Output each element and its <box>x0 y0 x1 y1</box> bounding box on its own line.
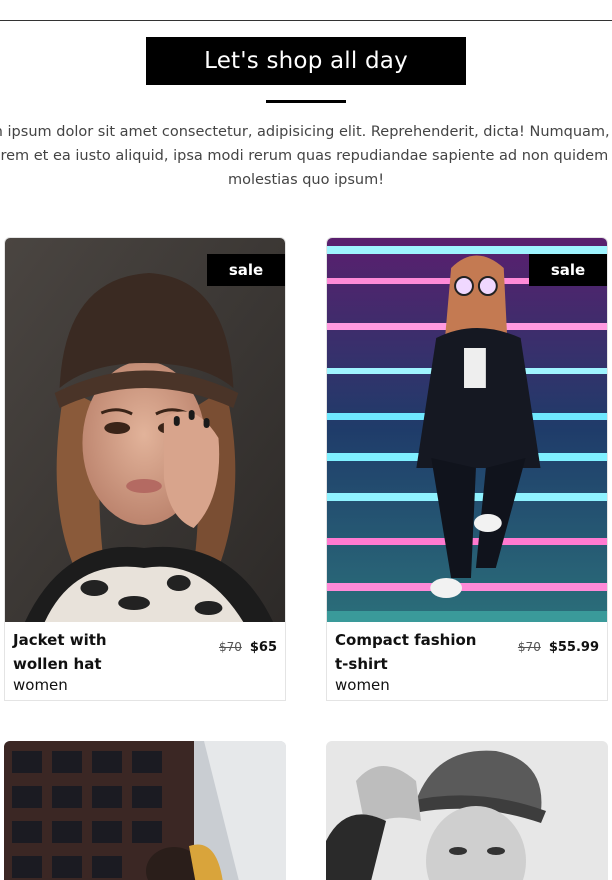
product-image-neon-stairs[interactable]: sale <box>327 238 607 622</box>
new-price: $55.99 <box>548 640 599 655</box>
new-price: $65 <box>249 640 277 655</box>
product-card[interactable]: sale Jacket with wollen hat $70 $65 wome… <box>4 237 286 701</box>
sale-badge: sale <box>207 254 285 286</box>
sale-badge: sale <box>529 254 607 286</box>
product-category: women <box>335 676 390 694</box>
intro-line: m ipsum dolor sit amet consectetur, adip… <box>0 124 612 140</box>
product-card[interactable] <box>326 741 608 880</box>
product-info: Compact fashion t-shirt $70 $55.99 women <box>327 622 607 700</box>
intro-line: orem et ea iusto aliquid, ipsa modi reru… <box>0 148 612 164</box>
top-divider <box>0 20 612 21</box>
product-card[interactable] <box>4 741 286 880</box>
product-card[interactable]: sale Compact fashion t-shirt $70 $55.99 … <box>326 237 608 701</box>
intro-paragraph: m ipsum dolor sit amet consectetur, adip… <box>0 120 612 192</box>
product-image-cap-bw[interactable] <box>326 741 608 880</box>
section-title-box: Let's shop all day <box>146 37 466 85</box>
intro-line: molestias quo ipsum! <box>227 172 385 188</box>
product-category: women <box>13 676 68 694</box>
title-underline <box>266 100 346 103</box>
old-price: $70 <box>517 640 541 654</box>
product-image-building[interactable] <box>4 741 286 880</box>
product-name[interactable]: Jacket with wollen hat <box>13 628 163 676</box>
product-info: Jacket with wollen hat $70 $65 women <box>5 622 285 700</box>
product-section: Let's shop all day m ipsum dolor sit ame… <box>0 0 612 880</box>
section-title: Let's shop all day <box>204 48 408 74</box>
product-name[interactable]: Compact fashion t-shirt <box>335 628 485 676</box>
product-prices: $70 $55.99 <box>518 640 599 655</box>
product-prices: $70 $65 <box>219 640 277 655</box>
old-price: $70 <box>218 640 242 654</box>
product-image-fur-hat[interactable]: sale <box>5 238 285 622</box>
